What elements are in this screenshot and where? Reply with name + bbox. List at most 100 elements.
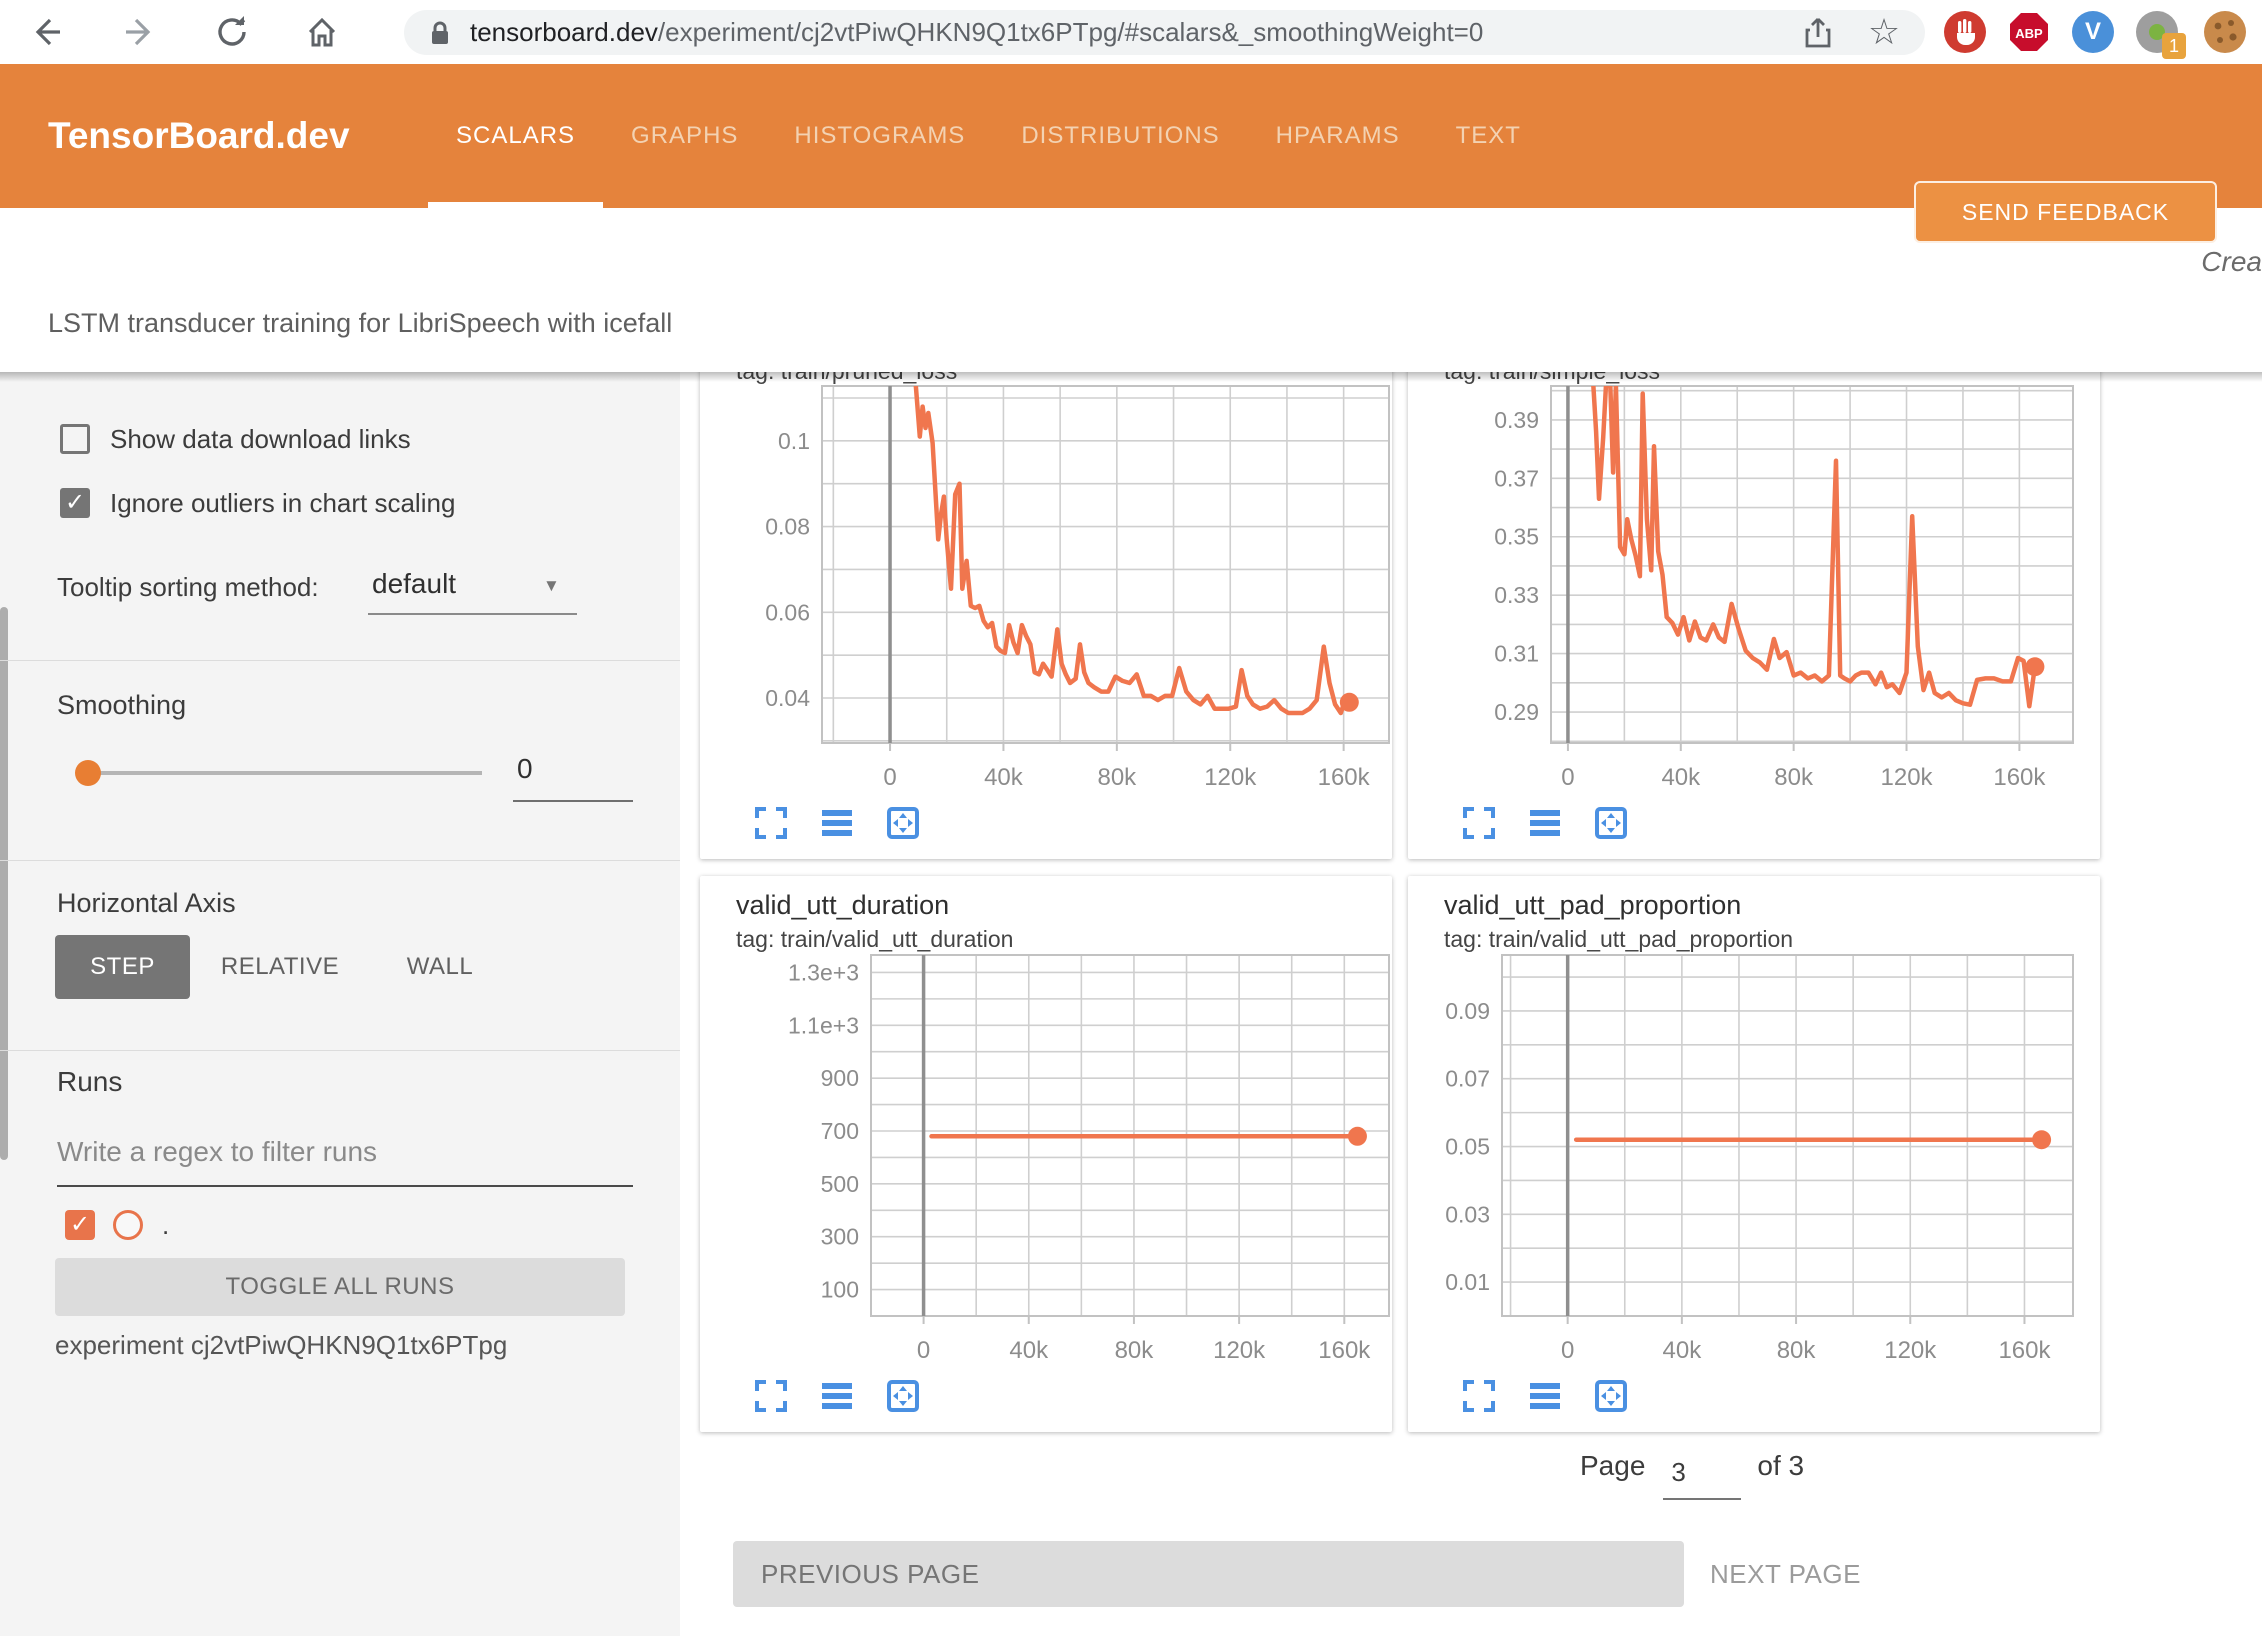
- privacy-extension-icon[interactable]: 1: [2136, 11, 2178, 53]
- fullscreen-icon[interactable]: [1461, 805, 1497, 841]
- svg-text:120k: 120k: [1881, 764, 1934, 791]
- page-number-input[interactable]: 3: [1663, 1457, 1741, 1500]
- runs-label: Runs: [57, 1066, 122, 1098]
- run-checkbox[interactable]: ✓: [65, 1210, 95, 1240]
- tab-bar: SCALARSGRAPHSHISTOGRAMSDISTRIBUTIONSHPAR…: [428, 64, 1549, 208]
- svg-text:0.31: 0.31: [1494, 641, 1539, 667]
- reload-icon[interactable]: [212, 12, 252, 52]
- tab-distributions[interactable]: DISTRIBUTIONS: [993, 64, 1247, 208]
- svg-text:1.3e+3: 1.3e+3: [788, 959, 859, 985]
- smoothing-value-input[interactable]: 0: [517, 753, 533, 785]
- back-icon[interactable]: [26, 12, 66, 52]
- fit-to-data-icon[interactable]: [885, 805, 921, 841]
- fit-to-data-icon[interactable]: [1593, 1378, 1629, 1414]
- line-chart[interactable]: 1003005007009001.1e+31.3e+3040k80k120k16…: [700, 876, 1392, 1376]
- svg-text:0.1: 0.1: [778, 428, 810, 454]
- svg-text:160k: 160k: [1998, 1337, 2051, 1364]
- show-download-links-checkbox[interactable]: [60, 424, 90, 454]
- smoothing-slider-handle[interactable]: [75, 760, 101, 786]
- run-color-swatch[interactable]: [113, 1210, 143, 1240]
- svg-text:120k: 120k: [1213, 1337, 1266, 1364]
- svg-text:80k: 80k: [1097, 764, 1137, 791]
- experiment-title: LSTM transducer training for LibriSpeech…: [48, 308, 672, 339]
- data-series-icon[interactable]: [819, 1378, 855, 1414]
- data-series-icon[interactable]: [1527, 805, 1563, 841]
- data-series-icon[interactable]: [1527, 1378, 1563, 1414]
- screen: tensorboard.dev/experiment/cj2vtPiwQHKN9…: [0, 0, 2262, 1636]
- svg-text:0: 0: [883, 764, 896, 791]
- svg-text:0.06: 0.06: [765, 599, 810, 625]
- tab-histograms[interactable]: HISTOGRAMS: [766, 64, 993, 208]
- svg-text:100: 100: [821, 1277, 859, 1303]
- horizontal-axis-label: Horizontal Axis: [57, 888, 236, 919]
- bookmark-star-icon[interactable]: ☆: [1862, 10, 1906, 54]
- fullscreen-icon[interactable]: [753, 1378, 789, 1414]
- ignore-outliers-checkbox[interactable]: ✓: [60, 488, 90, 518]
- smoothing-label: Smoothing: [57, 690, 186, 721]
- cookie-extension-icon[interactable]: [2204, 11, 2246, 53]
- send-feedback-button[interactable]: SEND FEEDBACK: [1914, 181, 2217, 243]
- svg-text:0: 0: [1561, 764, 1574, 791]
- v-extension-icon[interactable]: V: [2072, 11, 2114, 53]
- svg-text:1.1e+3: 1.1e+3: [788, 1012, 859, 1038]
- svg-text:40k: 40k: [1009, 1337, 1049, 1364]
- url-text: tensorboard.dev/experiment/cj2vtPiwQHKN9…: [470, 17, 1483, 48]
- url-domain: tensorboard.dev: [470, 17, 658, 47]
- tab-hparams[interactable]: HPARAMS: [1248, 64, 1428, 208]
- previous-page-button[interactable]: PREVIOUS PAGE: [733, 1541, 1684, 1607]
- svg-text:900: 900: [821, 1065, 859, 1091]
- svg-text:0: 0: [1561, 1337, 1574, 1364]
- line-chart[interactable]: 0.290.310.330.350.370.39040k80k120k160k: [1408, 372, 2100, 803]
- chart-toolbar: [1461, 805, 1629, 841]
- svg-text:ABP: ABP: [2015, 26, 2043, 41]
- fit-to-data-icon[interactable]: [1593, 805, 1629, 841]
- chart-toolbar: [753, 805, 921, 841]
- svg-text:160k: 160k: [1318, 764, 1371, 791]
- smoothing-slider-track[interactable]: [80, 771, 482, 775]
- share-icon[interactable]: [1800, 15, 1836, 51]
- svg-text:0.33: 0.33: [1494, 582, 1539, 608]
- home-icon[interactable]: [302, 12, 342, 52]
- forward-icon[interactable]: [120, 12, 160, 52]
- axis-wall-button[interactable]: WALL: [380, 935, 500, 999]
- line-chart[interactable]: 0.010.030.050.070.09040k80k120k160k: [1408, 876, 2100, 1376]
- show-download-links-label: Show data download links: [110, 424, 411, 454]
- tab-scalars[interactable]: SCALARS: [428, 64, 603, 208]
- toggle-all-runs-button[interactable]: TOGGLE ALL RUNS: [55, 1258, 625, 1316]
- created-text: Crea: [2201, 246, 2262, 278]
- fullscreen-icon[interactable]: [1461, 1378, 1497, 1414]
- sidebar-scrollbar[interactable]: [0, 607, 8, 1160]
- abp-extension-icon[interactable]: ABP: [2008, 11, 2050, 53]
- tab-text[interactable]: TEXT: [1428, 64, 1549, 208]
- run-name-label: .: [162, 1210, 169, 1240]
- v-extension-label: V: [2085, 18, 2101, 45]
- runs-filter-input[interactable]: Write a regex to filter runs: [57, 1136, 377, 1168]
- svg-text:0.03: 0.03: [1445, 1201, 1490, 1227]
- svg-text:0.37: 0.37: [1494, 465, 1539, 491]
- tab-graphs[interactable]: GRAPHS: [603, 64, 766, 208]
- chart-toolbar: [1461, 1378, 1629, 1414]
- fit-to-data-icon[interactable]: [885, 1378, 921, 1414]
- svg-text:160k: 160k: [1318, 1337, 1371, 1364]
- fullscreen-icon[interactable]: [753, 805, 789, 841]
- line-chart[interactable]: 0.040.060.080.1040k80k120k160k: [700, 372, 1392, 803]
- adblock-extension-icon[interactable]: [1944, 11, 1986, 53]
- next-page-button[interactable]: NEXT PAGE: [1710, 1541, 1861, 1607]
- svg-text:0.04: 0.04: [765, 685, 810, 711]
- chart-card-simple-loss: simple_loss tag: train/simple_loss 0.290…: [1408, 372, 2100, 859]
- tooltip-sorting-select[interactable]: default: [372, 568, 456, 600]
- svg-text:0.29: 0.29: [1494, 699, 1539, 725]
- runs-filter-underline: [57, 1185, 633, 1187]
- tooltip-select-underline: [368, 613, 577, 615]
- chart-toolbar: [753, 1378, 921, 1414]
- svg-text:700: 700: [821, 1118, 859, 1144]
- divider: [0, 1050, 680, 1051]
- data-series-icon[interactable]: [819, 805, 855, 841]
- svg-text:300: 300: [821, 1224, 859, 1250]
- chevron-down-icon[interactable]: ▼: [543, 576, 560, 596]
- page-label: Page: [1580, 1450, 1645, 1482]
- svg-text:40k: 40k: [1663, 1337, 1703, 1364]
- axis-relative-button[interactable]: RELATIVE: [200, 935, 360, 999]
- svg-text:0: 0: [917, 1337, 930, 1364]
- axis-step-button[interactable]: STEP: [55, 935, 190, 999]
